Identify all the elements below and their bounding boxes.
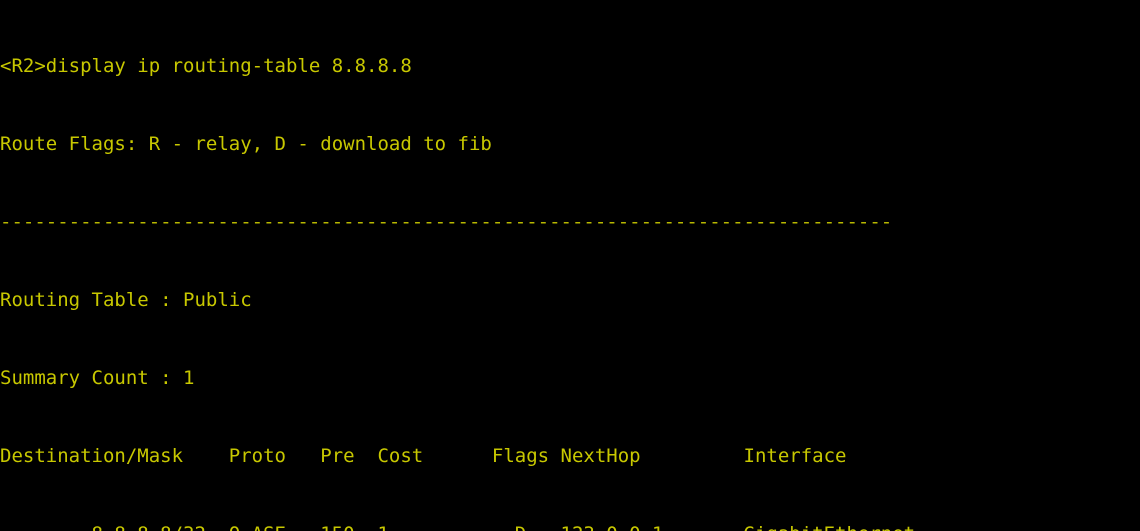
terminal-line-routing-table-name: Routing Table : Public <box>0 289 252 311</box>
terminal-line-route-row-1: 8.8.8.8/32 O_ASE 150 1 D 123.0.0.1 Gigab… <box>0 521 1140 531</box>
terminal-line-route-flags: Route Flags: R - relay, D - download to … <box>0 133 492 155</box>
terminal-line-separator: ----------------------------------------… <box>0 211 893 233</box>
terminal-line-route-table-header: Destination/Mask Proto Pre Cost Flags Ne… <box>0 445 847 467</box>
terminal-line-command-display-route: <R2>display ip routing-table 8.8.8.8 <box>0 55 412 77</box>
terminal-console[interactable]: <R2>display ip routing-table 8.8.8.8 Rou… <box>0 0 1140 531</box>
terminal-line-summary-count: Summary Count : 1 <box>0 367 195 389</box>
